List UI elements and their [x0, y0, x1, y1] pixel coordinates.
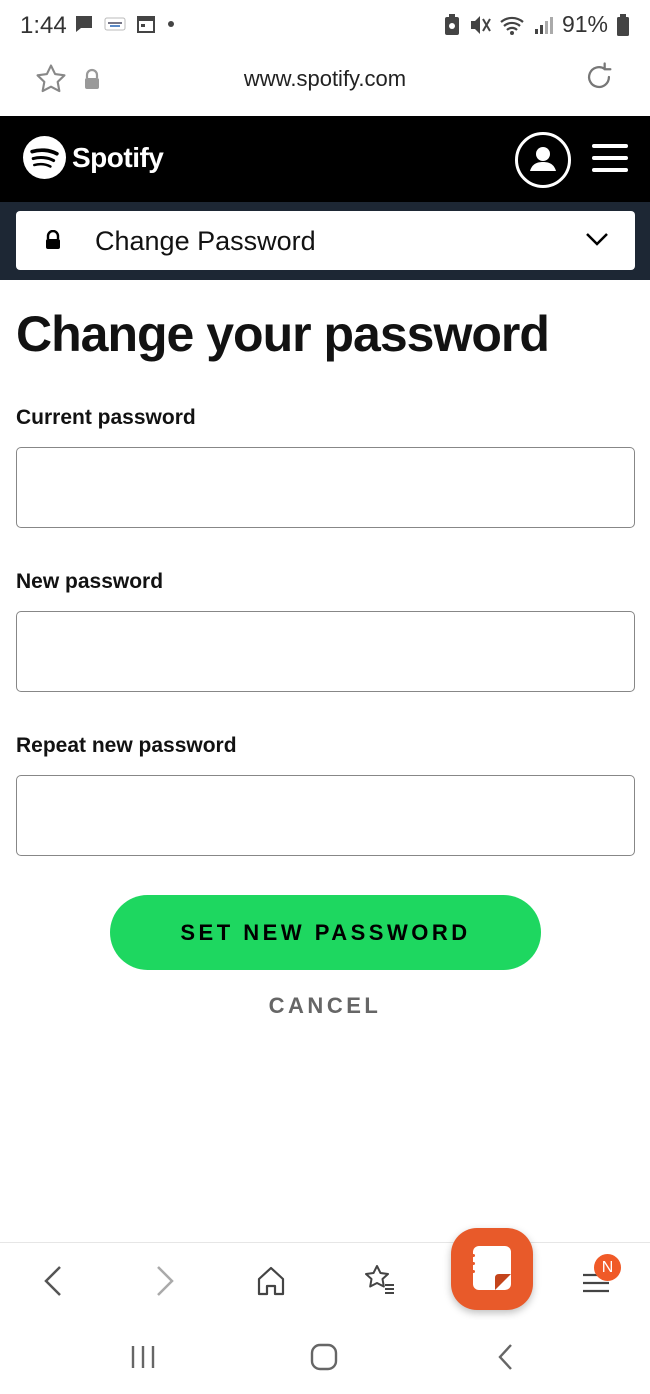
chat-icon [76, 16, 92, 32]
back-button-icon[interactable] [494, 1342, 518, 1372]
system-nav-bar [0, 1320, 650, 1394]
spotify-logo-icon [23, 136, 66, 179]
notes-app-icon[interactable] [451, 1228, 533, 1310]
address-bar: www.spotify.com [0, 52, 650, 116]
battery-saver-icon [444, 13, 459, 35]
reload-icon[interactable] [582, 60, 616, 94]
user-icon [530, 147, 556, 171]
repeat-password-label: Repeat new password [16, 734, 237, 757]
recents-icon[interactable] [128, 1342, 158, 1372]
brand-name: Spotify [72, 141, 164, 173]
repeat-password-input[interactable] [16, 775, 635, 856]
site-header: Spotify [0, 116, 650, 202]
forward-icon[interactable] [150, 1261, 178, 1301]
section-dropdown-label: Change Password [95, 226, 316, 256]
calendar-icon [137, 16, 155, 33]
section-nav-band: Change Password [0, 202, 650, 280]
spotify-logo[interactable]: Spotify [23, 136, 164, 179]
url-field[interactable]: www.spotify.com [0, 66, 650, 92]
status-time: 1:44 [20, 12, 67, 39]
signal-icon [534, 16, 553, 34]
notification-badge: N [594, 1254, 621, 1281]
page-title: Change your password [16, 306, 550, 362]
section-dropdown[interactable]: Change Password [16, 211, 635, 270]
lock-icon [46, 230, 60, 249]
profile-button[interactable] [515, 132, 571, 188]
current-password-input[interactable] [16, 447, 635, 528]
new-password-label: New password [16, 570, 164, 593]
secret-app-icon [104, 17, 126, 31]
home-button-icon[interactable] [309, 1342, 339, 1372]
current-password-label: Current password [16, 406, 196, 429]
bookmarks-icon[interactable] [361, 1261, 397, 1301]
set-new-password-button[interactable]: SET NEW PASSWORD [110, 895, 541, 970]
mute-icon [470, 15, 491, 34]
hamburger-menu-icon[interactable] [592, 144, 628, 174]
cancel-button[interactable]: CANCEL [0, 993, 650, 1019]
back-icon[interactable] [40, 1261, 68, 1301]
wifi-icon [500, 16, 524, 35]
status-bar: 1:44 91% [0, 0, 650, 52]
home-icon[interactable] [254, 1261, 288, 1301]
dot-icon [168, 21, 174, 27]
battery-icon [617, 13, 629, 36]
browser-bottom-nav [0, 1242, 650, 1321]
chevron-down-icon [586, 233, 608, 246]
new-password-input[interactable] [16, 611, 635, 692]
battery-percent: 91% [561, 11, 608, 37]
